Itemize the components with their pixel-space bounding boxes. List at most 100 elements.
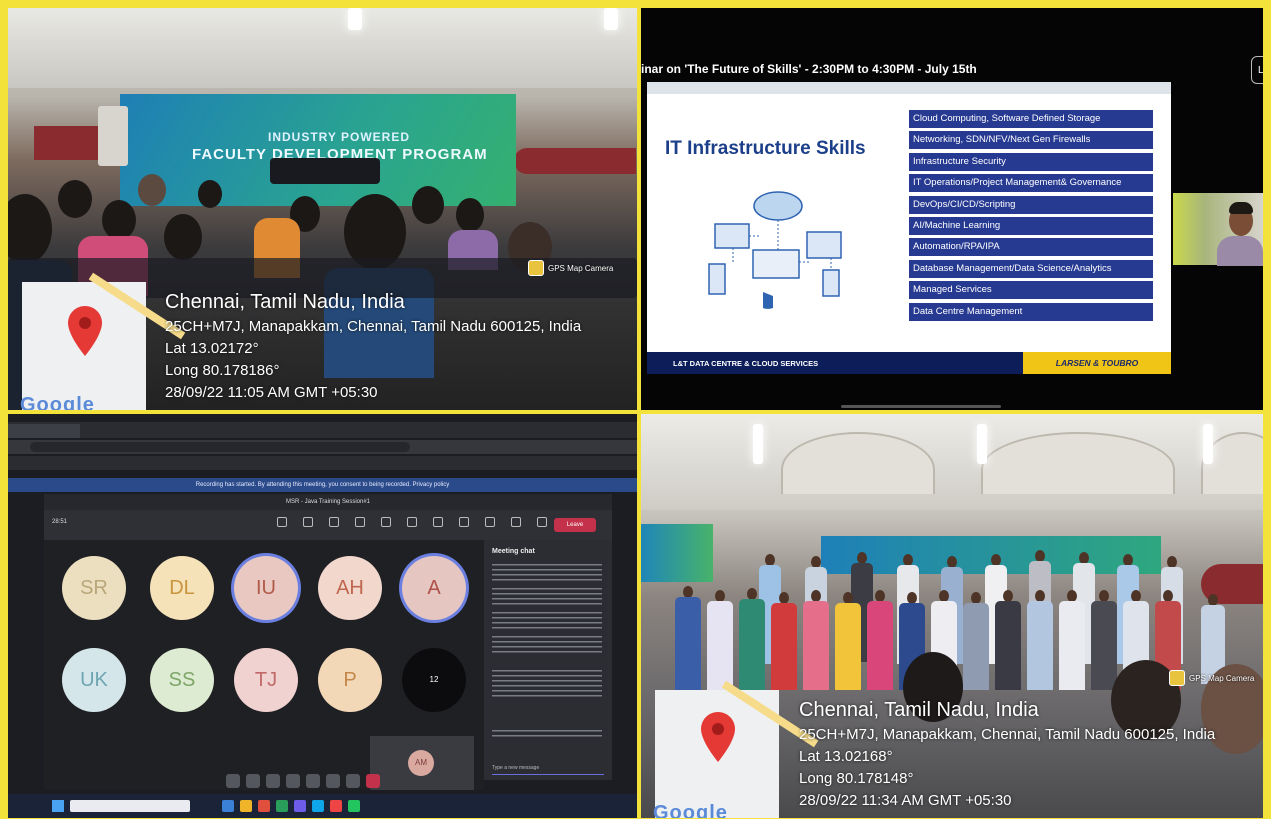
slide-footer-left: L&T DATA CENTRE & CLOUD SERVICES — [673, 359, 819, 368]
react-icon[interactable] — [350, 516, 368, 534]
geotag-address: 25CH+M7J, Manapakkam, Chennai, Tamil Nad… — [799, 726, 1216, 743]
taskbar-app-icon[interactable] — [276, 800, 288, 812]
group-member — [1091, 590, 1117, 690]
group-member — [771, 592, 797, 690]
participant-avatar[interactable]: DL — [150, 556, 214, 620]
audience-head — [102, 200, 136, 240]
ceiling-light — [604, 8, 618, 30]
chat-message — [492, 564, 602, 582]
teams-meeting-photo: Recording has started. By attending this… — [8, 414, 637, 818]
gps-badge-label: GPS Map Camera — [548, 263, 614, 273]
group-member — [867, 590, 893, 690]
auditorium-photo: INDUSTRY POWERED FACULTY DEVELOPMENT PRO… — [8, 8, 637, 410]
more-icon[interactable] — [454, 516, 472, 534]
skill-item: DevOps/CI/CD/Scripting — [909, 195, 1153, 214]
taskbar-app-icon[interactable] — [258, 800, 270, 812]
taskbar-app-icon[interactable] — [294, 800, 306, 812]
participant-avatar[interactable]: IU — [234, 556, 298, 620]
skill-item: Cloud Computing, Software Defined Storag… — [909, 110, 1153, 128]
participant-avatar[interactable]: AH — [318, 556, 382, 620]
participant-avatar[interactable]: UK — [62, 648, 126, 712]
end-call-button[interactable] — [366, 774, 380, 788]
view-icon[interactable] — [376, 516, 394, 534]
ceiling-light — [1203, 424, 1213, 464]
browser-tab[interactable] — [8, 424, 80, 438]
geotag-info: Chennai, Tamil Nadu, India 25CH+M7J, Man… — [799, 696, 1215, 812]
leave-button[interactable]: Le — [1251, 56, 1263, 84]
gps-badge-label: GPS Map Camera — [1189, 673, 1255, 683]
windows-start-icon[interactable] — [52, 800, 64, 812]
skill-item: IT Operations/Project Management& Govern… — [909, 174, 1153, 193]
camera-icon[interactable] — [480, 516, 498, 534]
rooms-icon[interactable] — [402, 516, 420, 534]
participant-count[interactable]: 12 — [402, 648, 466, 712]
gps-camera-icon — [1169, 670, 1185, 686]
people-icon[interactable] — [298, 516, 316, 534]
skill-item: Infrastructure Security — [909, 152, 1153, 171]
leave-meeting-button[interactable]: Leave — [554, 518, 596, 532]
group-member — [803, 590, 829, 690]
mic-icon[interactable] — [506, 516, 524, 534]
taskbar-app-icon[interactable] — [330, 800, 342, 812]
meeting-chat-panel: Meeting chat Type a new message — [484, 540, 612, 780]
taskbar-search[interactable] — [70, 800, 190, 812]
podium — [98, 106, 128, 166]
group-member — [1027, 590, 1053, 690]
raise-hand-icon[interactable] — [324, 516, 342, 534]
participant-avatar[interactable]: SR — [62, 556, 126, 620]
gps-badge: GPS Map Camera — [528, 260, 613, 276]
gps-camera-icon — [528, 260, 544, 276]
map-pin-icon — [701, 712, 735, 762]
participant-avatar[interactable]: TJ — [234, 648, 298, 712]
taskbar-app-icon[interactable] — [240, 800, 252, 812]
location-map-thumbnail: Google — [653, 680, 819, 818]
participant-avatar[interactable]: P — [318, 648, 382, 712]
control-button[interactable] — [346, 774, 360, 788]
map-logo: Google — [653, 802, 728, 818]
windows-taskbar — [8, 794, 637, 818]
group-member — [1059, 590, 1085, 690]
geotag-datetime: 28/09/22 11:34 AM GMT +05:30 — [799, 792, 1012, 809]
skill-item: Automation/RPA/IPA — [909, 238, 1153, 257]
meeting-window-title: MSR - Java Training Session#1 — [44, 494, 612, 510]
chat-message — [492, 670, 602, 698]
share-icon[interactable] — [532, 516, 550, 534]
skill-item: Networking, SDN/NFV/Next Gen Firewalls — [909, 131, 1153, 150]
control-button[interactable] — [246, 774, 260, 788]
taskbar-icons — [222, 800, 360, 812]
chat-message-input[interactable]: Type a new message — [492, 762, 604, 775]
chat-icon[interactable] — [272, 516, 290, 534]
scrollbar[interactable] — [841, 405, 1001, 408]
slide-title: IT Infrastructure Skills — [665, 138, 866, 159]
presenter-hair — [1229, 202, 1253, 214]
group-member — [707, 590, 733, 690]
control-button[interactable] — [226, 774, 240, 788]
group-member — [995, 590, 1021, 690]
presentation-slide: IT Infrastructure Skills Cloud Computing… — [647, 82, 1171, 374]
control-button[interactable] — [266, 774, 280, 788]
control-button[interactable] — [306, 774, 320, 788]
taskbar-app-icon[interactable] — [222, 800, 234, 812]
participant-avatar[interactable]: A — [402, 556, 466, 620]
geotag-lat: Lat 13.02172° — [165, 340, 259, 357]
bottom-controls — [226, 774, 380, 788]
skills-list: Cloud Computing, Software Defined Storag… — [909, 110, 1153, 324]
address-bar[interactable] — [8, 440, 637, 454]
apps-icon[interactable] — [428, 516, 446, 534]
control-button[interactable] — [326, 774, 340, 788]
geotag-lat: Lat 13.02168° — [799, 748, 893, 765]
taskbar-app-icon[interactable] — [312, 800, 324, 812]
audience-head — [138, 174, 166, 206]
control-button[interactable] — [286, 774, 300, 788]
chat-message — [492, 636, 602, 654]
slide-top-bar — [647, 82, 1171, 94]
geotag-place: Chennai, Tamil Nadu, India — [165, 291, 405, 313]
geotag-datetime: 28/09/22 11:05 AM GMT +05:30 — [165, 384, 378, 401]
participant-avatar[interactable]: SS — [150, 648, 214, 712]
taskbar-app-icon[interactable] — [348, 800, 360, 812]
chat-message — [492, 612, 602, 630]
skill-item: Managed Services — [909, 281, 1153, 300]
chat-message — [492, 588, 602, 606]
geotag-place: Chennai, Tamil Nadu, India — [799, 699, 1039, 721]
ceiling — [8, 8, 637, 88]
